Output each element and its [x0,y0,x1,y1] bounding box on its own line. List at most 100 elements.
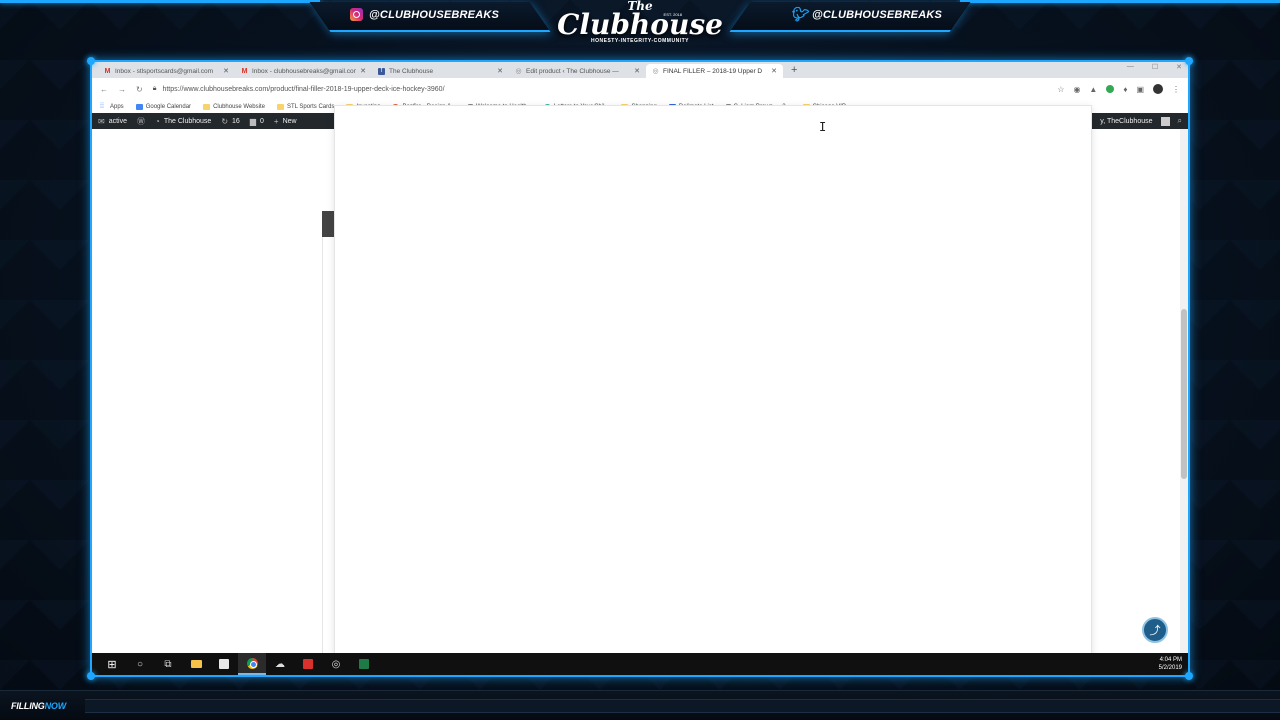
instagram-handle: @CLUBHOUSEBREAKS [350,8,499,21]
wp-comments-count: 0 [259,117,264,125]
ticker-bar [85,699,1280,713]
excel-taskbar-button[interactable] [350,653,378,675]
bookmark-clubhouse-website[interactable]: Clubhouse Website [203,103,265,110]
tab-edit-product[interactable]: ◎ Edit product ‹ The Clubhouse — ✕ [509,64,646,78]
twitter-handle-text: @CLUBHOUSEBREAKS [812,8,943,21]
store-button[interactable] [210,653,238,675]
window-controls: — ☐ ✕ [1127,63,1182,71]
wp-updates[interactable]: ↻ 16 [221,117,240,126]
task-view-icon: ⧉ [164,658,172,670]
address-bar-row: ← → ↻ 🔒︎ https://www.clubhousebreaks.com… [92,78,1188,100]
wp-new[interactable]: + New [274,117,297,126]
updates-icon: ↻ [221,116,229,126]
reload-icon[interactable]: ↻ [136,85,143,94]
close-window-icon[interactable]: ✕ [1176,63,1182,71]
comment-icon: ▆ [249,116,256,126]
bookmark-google-calendar[interactable]: Google Calendar [135,103,192,110]
frame-corner-dot [1185,672,1193,680]
new-tab-button[interactable]: + [783,64,805,78]
chrome-icon [246,657,258,669]
app-red-taskbar-button[interactable] [294,653,322,675]
close-icon[interactable]: ✕ [771,67,777,75]
extension-icon[interactable]: ▲ [1089,85,1097,94]
clubhouse-logo: The Clubhouse HONESTY-INTEGRITY-COMMUNIT… [540,0,740,48]
wp-mail-item[interactable]: ✉ active [98,117,127,126]
bookmark-stl-sports-cards[interactable]: STL Sports Cards [276,103,334,110]
page-scrollbar[interactable] [1180,129,1188,655]
wp-new-label: New [282,117,297,125]
scrollbar-thumb[interactable] [1181,309,1187,479]
mail-icon: ✉ [98,116,105,126]
file-explorer-button[interactable] [182,653,210,675]
tab-label: FINAL FILLER – 2018-19 Upper D [663,67,763,75]
extension-icon[interactable]: ◉ [1073,85,1080,94]
forward-icon[interactable]: → [118,85,126,94]
close-icon[interactable]: ✕ [360,67,366,75]
system-clock[interactable]: 4:04 PM 5/2/2019 [1159,656,1182,672]
globe-icon: ◎ [652,67,659,75]
cortana-button[interactable]: ○ [126,653,154,675]
background-page-element [322,211,336,237]
profile-avatar[interactable] [1153,84,1163,94]
blank-modal-panel [335,106,1091,662]
frame-corner-dot [87,672,95,680]
close-icon[interactable]: ✕ [223,67,229,75]
maximize-icon[interactable]: ☐ [1152,63,1158,71]
wp-logo-item[interactable]: Ⓦ [137,116,145,127]
tab-gmail-clubhousebreaks[interactable]: M Inbox - clubhousebreaks@gmail.com ✕ [235,64,372,78]
banner-line-left [0,0,320,3]
wp-site-name[interactable]: ◔ The Clubhouse [155,117,211,126]
extension-green-icon[interactable] [1106,85,1115,93]
close-icon[interactable]: ✕ [497,67,503,75]
tab-gmail-stlsportscards[interactable]: M Inbox - stlsportscards@gmail.com ✕ [98,64,235,78]
back-icon[interactable]: ← [100,85,108,94]
ticker-label-filling: FILLING [11,701,45,711]
wp-howdy[interactable]: y, TheClubhouse [1100,118,1152,125]
extension-icon[interactable]: ♦ [1123,85,1127,94]
bookmark-label: Google Calendar [145,103,192,110]
frame-corner-dot [1185,57,1193,65]
extension-icon[interactable]: ▣ [1136,85,1144,94]
tab-facebook-clubhouse[interactable]: f The Clubhouse ✕ [372,64,509,78]
start-button[interactable]: ⊞ [98,653,126,675]
browser-tab-strip: M Inbox - stlsportscards@gmail.com ✕ M I… [92,62,1188,78]
gmail-icon: M [104,67,111,75]
wp-updates-count: 16 [232,117,240,125]
share-icon: ⤴ [1149,625,1161,637]
toolbar-icons: ☆ ◉ ▲ ♦ ▣ ⋮ [1057,84,1180,94]
chrome-taskbar-button[interactable] [238,653,266,675]
tab-label: The Clubhouse [389,67,434,75]
obs-taskbar-button[interactable]: ◎ [322,653,350,675]
search-icon[interactable]: ⌕ [1178,116,1182,126]
folder-icon [190,660,202,668]
logo-name: Clubhouse [557,8,723,41]
star-icon[interactable]: ☆ [1057,85,1064,94]
app-taskbar-button[interactable]: ☁ [266,653,294,675]
wp-active-label: active [108,117,127,125]
calendar-icon [135,103,143,110]
bookmark-label: Clubhouse Website [213,103,265,110]
bookmark-label: Apps [110,103,124,110]
ticker-label: FILLINGNOW [11,701,66,711]
menu-icon[interactable]: ⋮ [1172,85,1180,94]
task-view-button[interactable]: ⧉ [154,653,182,675]
share-button[interactable]: ⤴ [1142,617,1168,643]
folder-icon [203,103,211,110]
minimize-icon[interactable]: — [1127,63,1134,71]
tab-final-filler[interactable]: ◎ FINAL FILLER – 2018-19 Upper D ✕ [646,64,783,78]
wordpress-icon: Ⓦ [137,116,145,126]
wp-comments[interactable]: ▆ 0 [250,117,264,126]
instagram-icon [350,8,363,21]
facebook-icon: f [378,67,385,75]
lock-icon: 🔒︎ [152,85,157,92]
bookmark-apps[interactable]: ⁞⁞ Apps [100,103,124,110]
url-field[interactable]: 🔒︎ https://www.clubhousebreaks.com/produ… [153,85,1048,93]
folder-icon [276,103,284,110]
frame-corner-dot [87,57,95,65]
twitter-handle: 🐦︎ @CLUBHOUSEBREAKS [790,7,943,21]
instagram-handle-text: @CLUBHOUSEBREAKS [369,8,500,21]
tab-label: Inbox - clubhousebreaks@gmail.com [252,67,357,75]
close-icon[interactable]: ✕ [634,67,640,75]
wp-user-avatar[interactable] [1160,116,1170,126]
windows-taskbar: ⊞ ○ ⧉ ☁ ◎ 4:04 PM 5/2/2019 [92,653,1188,675]
